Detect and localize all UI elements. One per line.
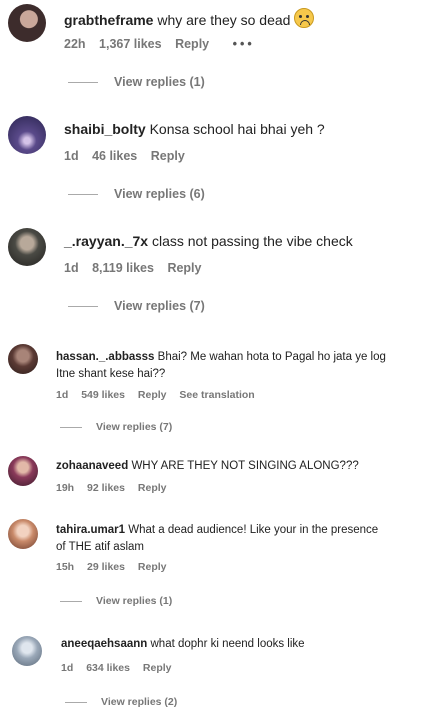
avatar[interactable] <box>8 456 38 486</box>
see-translation-link[interactable]: See translation <box>179 389 254 401</box>
avatar[interactable] <box>8 344 38 374</box>
divider <box>65 701 87 703</box>
comment-time: 15h <box>56 561 75 573</box>
reply-button[interactable]: Reply <box>151 149 185 163</box>
comment-meta: 1d 46 likes Reply <box>64 149 195 163</box>
avatar[interactable] <box>8 4 46 42</box>
comment-meta: 19h 92 likes Reply <box>56 482 176 494</box>
comment-line: grabtheframe why are they so dead <box>64 8 315 28</box>
comment-username[interactable]: grabtheframe <box>64 12 153 28</box>
comment-meta: 1d 8,119 likes Reply <box>64 261 211 275</box>
comment-item: zohaanaveed WHY ARE THEY NOT SINGING ALO… <box>0 452 421 502</box>
comment-text: WHY ARE THEY NOT SINGING ALONG??? <box>131 460 359 472</box>
loudly-crying-face-icon <box>294 8 315 28</box>
reply-button[interactable]: Reply <box>138 482 167 494</box>
comment-username[interactable]: zohaanaveed <box>56 460 128 472</box>
avatar[interactable] <box>8 519 38 549</box>
comment-likes[interactable]: 92 likes <box>87 482 125 494</box>
comment-time: 19h <box>56 482 75 494</box>
comment-item: shaibi_bolty Konsa school hai bhai yeh ?… <box>0 110 421 210</box>
comment-text: What a dead audience! Like your in the p… <box>128 524 379 536</box>
comment-item: grabtheframe why are they so dead 22h 1,… <box>0 0 421 100</box>
avatar[interactable] <box>12 636 42 666</box>
comment-time: 1d <box>61 662 74 674</box>
comment-likes[interactable]: 549 likes <box>81 389 125 401</box>
comment-text: Bhai? Me wahan hota to Pagal ho jata ye … <box>157 351 386 363</box>
comment-line: hassan._.abbasss Bhai? Me wahan hota to … <box>56 349 386 383</box>
comment-username[interactable]: tahira.umar1 <box>56 524 125 536</box>
comment-text-continued: Itne shant kese hai?? <box>56 368 166 380</box>
comment-likes[interactable]: 634 likes <box>86 662 130 674</box>
reply-button[interactable]: Reply <box>167 261 201 275</box>
view-replies-button[interactable]: View replies (1) <box>68 75 205 89</box>
comment-item: hassan._.abbasss Bhai? Me wahan hota to … <box>0 340 421 440</box>
comment-text: Konsa school hai bhai yeh ? <box>149 121 325 137</box>
comment-meta: 1d 634 likes Reply <box>61 662 182 674</box>
comment-line: _.rayyan._7x class not passing the vibe … <box>64 233 353 249</box>
view-replies-button[interactable]: View replies (6) <box>68 187 205 201</box>
comment-item: tahira.umar1 What a dead audience! Like … <box>0 515 421 615</box>
comment-meta: 1d 549 likes Reply See translation <box>56 389 265 401</box>
comment-username[interactable]: _.rayyan._7x <box>64 233 148 249</box>
divider <box>68 306 98 308</box>
comment-username[interactable]: aneeqaehsaann <box>61 638 147 650</box>
view-replies-label: View replies (2) <box>101 696 178 708</box>
comment-likes[interactable]: 8,119 likes <box>92 261 154 275</box>
comment-line: aneeqaehsaann what dophr ki neend looks … <box>61 638 305 650</box>
comment-line: shaibi_bolty Konsa school hai bhai yeh ? <box>64 121 325 137</box>
reply-button[interactable]: Reply <box>143 662 172 674</box>
comment-text: class not passing the vibe check <box>151 233 353 249</box>
divider <box>60 600 82 602</box>
view-replies-label: View replies (7) <box>114 299 205 313</box>
comment-time: 22h <box>64 37 86 51</box>
view-replies-button[interactable]: View replies (1) <box>60 595 172 607</box>
comment-time: 1d <box>56 389 69 401</box>
comment-text-continued: of THE atif aslam <box>56 541 144 553</box>
view-replies-button[interactable]: View replies (7) <box>68 299 205 313</box>
view-replies-label: View replies (1) <box>96 595 173 607</box>
reply-button[interactable]: Reply <box>138 389 167 401</box>
comment-meta: 15h 29 likes Reply <box>56 561 176 573</box>
comment-username[interactable]: shaibi_bolty <box>64 121 146 137</box>
more-options-icon[interactable]: ••• <box>233 37 255 51</box>
comment-time: 1d <box>64 261 79 275</box>
comment-text: why are they so dead <box>157 12 291 28</box>
comment-username[interactable]: hassan._.abbasss <box>56 351 154 363</box>
comment-item: _.rayyan._7x class not passing the vibe … <box>0 222 421 322</box>
comment-likes[interactable]: 1,367 likes <box>99 37 162 51</box>
comment-meta: 22h 1,367 likes Reply ••• <box>64 37 265 51</box>
divider <box>68 194 98 196</box>
reply-button[interactable]: Reply <box>175 37 209 51</box>
avatar[interactable] <box>8 116 46 154</box>
view-replies-label: View replies (6) <box>114 187 205 201</box>
view-replies-button[interactable]: View replies (2) <box>65 696 177 708</box>
divider <box>68 82 98 84</box>
divider <box>60 426 82 428</box>
comment-likes[interactable]: 46 likes <box>92 149 137 163</box>
avatar[interactable] <box>8 228 46 266</box>
comment-item: aneeqaehsaann what dophr ki neend looks … <box>0 628 421 716</box>
comment-likes[interactable]: 29 likes <box>87 561 125 573</box>
comment-time: 1d <box>64 149 79 163</box>
view-replies-button[interactable]: View replies (7) <box>60 421 172 433</box>
comment-text: what dophr ki neend looks like <box>150 638 305 650</box>
view-replies-label: View replies (7) <box>96 421 173 433</box>
reply-button[interactable]: Reply <box>138 561 167 573</box>
comment-line: tahira.umar1 What a dead audience! Like … <box>56 522 378 556</box>
view-replies-label: View replies (1) <box>114 75 205 89</box>
comment-line: zohaanaveed WHY ARE THEY NOT SINGING ALO… <box>56 460 359 472</box>
